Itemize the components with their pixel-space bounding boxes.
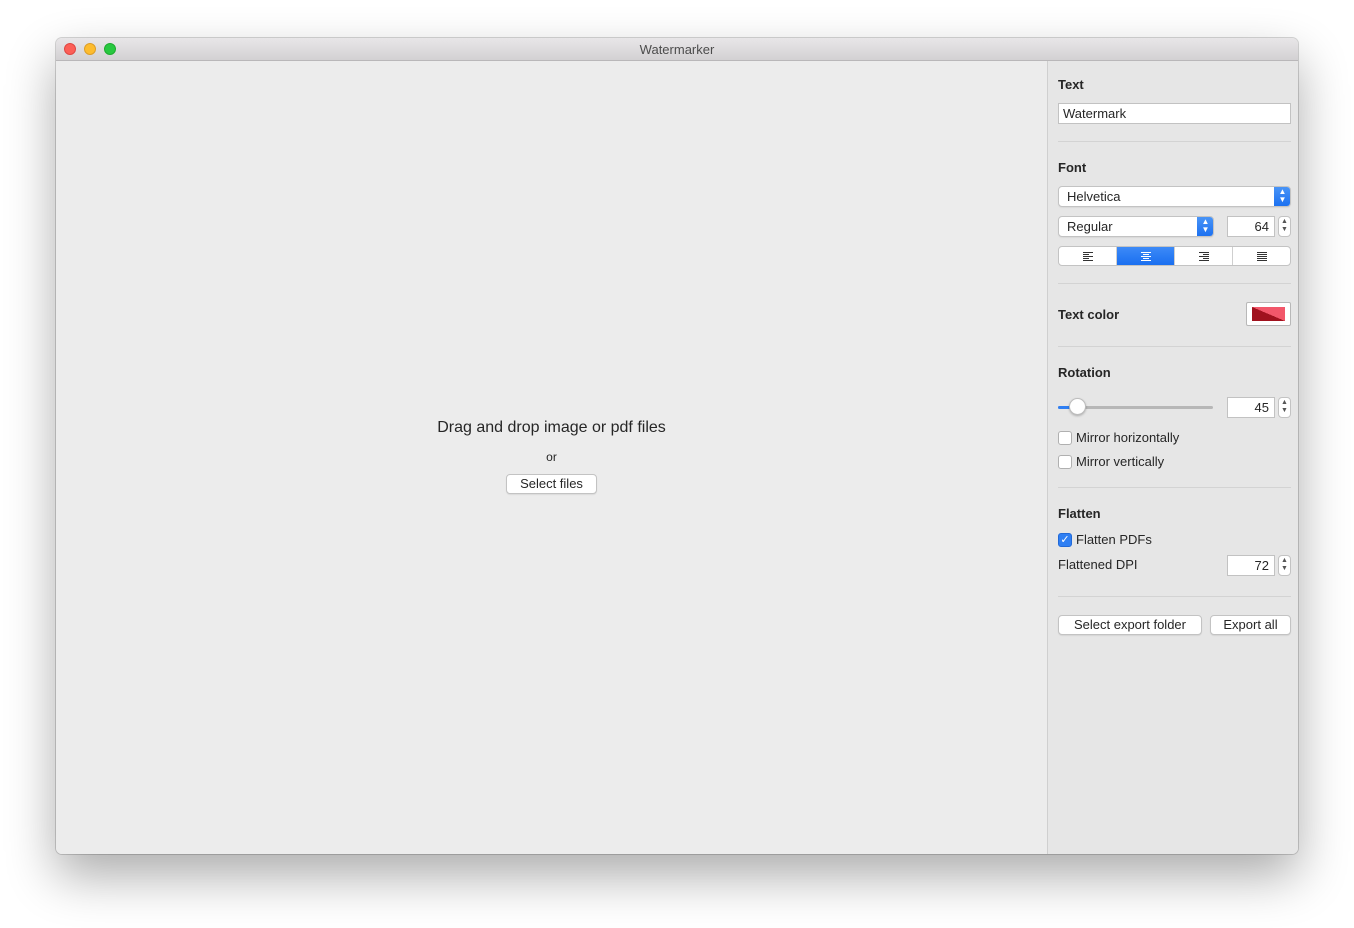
checkmark-icon: ✓ (1060, 534, 1070, 546)
app-window: Watermarker Drag and drop image or pdf f… (56, 38, 1298, 854)
drop-zone-or-label: or (546, 450, 557, 464)
text-color-label: Text color (1058, 307, 1120, 322)
rotation-value-field[interactable]: 45 (1227, 397, 1275, 418)
align-justify-segment[interactable] (1233, 247, 1290, 265)
flattened-dpi-label: Flattened DPI (1058, 557, 1138, 572)
watermark-text-field[interactable]: Watermark (1058, 103, 1291, 124)
font-style-value: Regular (1067, 219, 1113, 234)
select-export-folder-button[interactable]: Select export folder (1058, 615, 1202, 635)
align-right-segment[interactable] (1175, 247, 1233, 265)
divider (1058, 283, 1291, 284)
flattened-dpi-field[interactable]: 72 (1227, 555, 1275, 576)
align-center-segment[interactable] (1117, 247, 1175, 265)
rotation-section-label: Rotation (1058, 365, 1111, 380)
select-files-button[interactable]: Select files (506, 474, 597, 494)
flatten-pdfs-checkbox[interactable]: ✓ (1058, 533, 1072, 547)
align-center-icon (1140, 251, 1151, 261)
mirror-vertically-label: Mirror vertically (1076, 454, 1165, 469)
alignment-segmented-control[interactable] (1058, 246, 1291, 266)
divider (1058, 487, 1291, 488)
align-right-icon (1198, 251, 1209, 261)
font-style-popup[interactable]: Regular ▲ ▼ (1058, 216, 1214, 237)
flatten-pdfs-label: Flatten PDFs (1076, 532, 1152, 547)
title-bar: Watermarker (56, 38, 1298, 61)
divider (1058, 141, 1291, 142)
export-all-button[interactable]: Export all (1210, 615, 1291, 635)
text-section-label: Text (1058, 77, 1084, 92)
font-size-field[interactable]: 64 (1227, 216, 1275, 237)
mirror-horizontally-label: Mirror horizontally (1076, 430, 1180, 445)
drop-zone[interactable]: Drag and drop image or pdf files or Sele… (56, 61, 1047, 854)
font-section-label: Font (1058, 160, 1087, 175)
flatten-section-label: Flatten (1058, 506, 1101, 521)
rotation-stepper[interactable]: ▲ ▼ (1278, 397, 1291, 418)
divider (1058, 596, 1291, 597)
font-family-value: Helvetica (1067, 189, 1121, 204)
color-swatch (1252, 307, 1285, 321)
font-family-popup[interactable]: Helvetica ▲ ▼ (1058, 186, 1291, 207)
chevron-up-down-icon: ▲ ▼ (1197, 217, 1213, 236)
window-title: Watermarker (639, 42, 715, 57)
font-size-stepper[interactable]: ▲ ▼ (1278, 216, 1291, 237)
settings-sidebar: Text Watermark Font Helvetica ▲ ▼ Regular… (1047, 61, 1298, 854)
align-left-segment[interactable] (1059, 247, 1117, 265)
text-color-well[interactable] (1246, 302, 1291, 326)
align-justify-icon (1256, 251, 1267, 261)
drop-zone-title: Drag and drop image or pdf files (437, 419, 666, 436)
rotation-slider-knob[interactable] (1068, 398, 1086, 415)
mirror-vertically-checkbox[interactable] (1058, 455, 1072, 469)
divider (1058, 346, 1291, 347)
align-left-icon (1082, 251, 1093, 261)
chevron-up-down-icon: ▲ ▼ (1274, 187, 1290, 206)
mirror-horizontally-checkbox[interactable] (1058, 431, 1072, 445)
flattened-dpi-stepper[interactable]: ▲ ▼ (1278, 555, 1291, 576)
